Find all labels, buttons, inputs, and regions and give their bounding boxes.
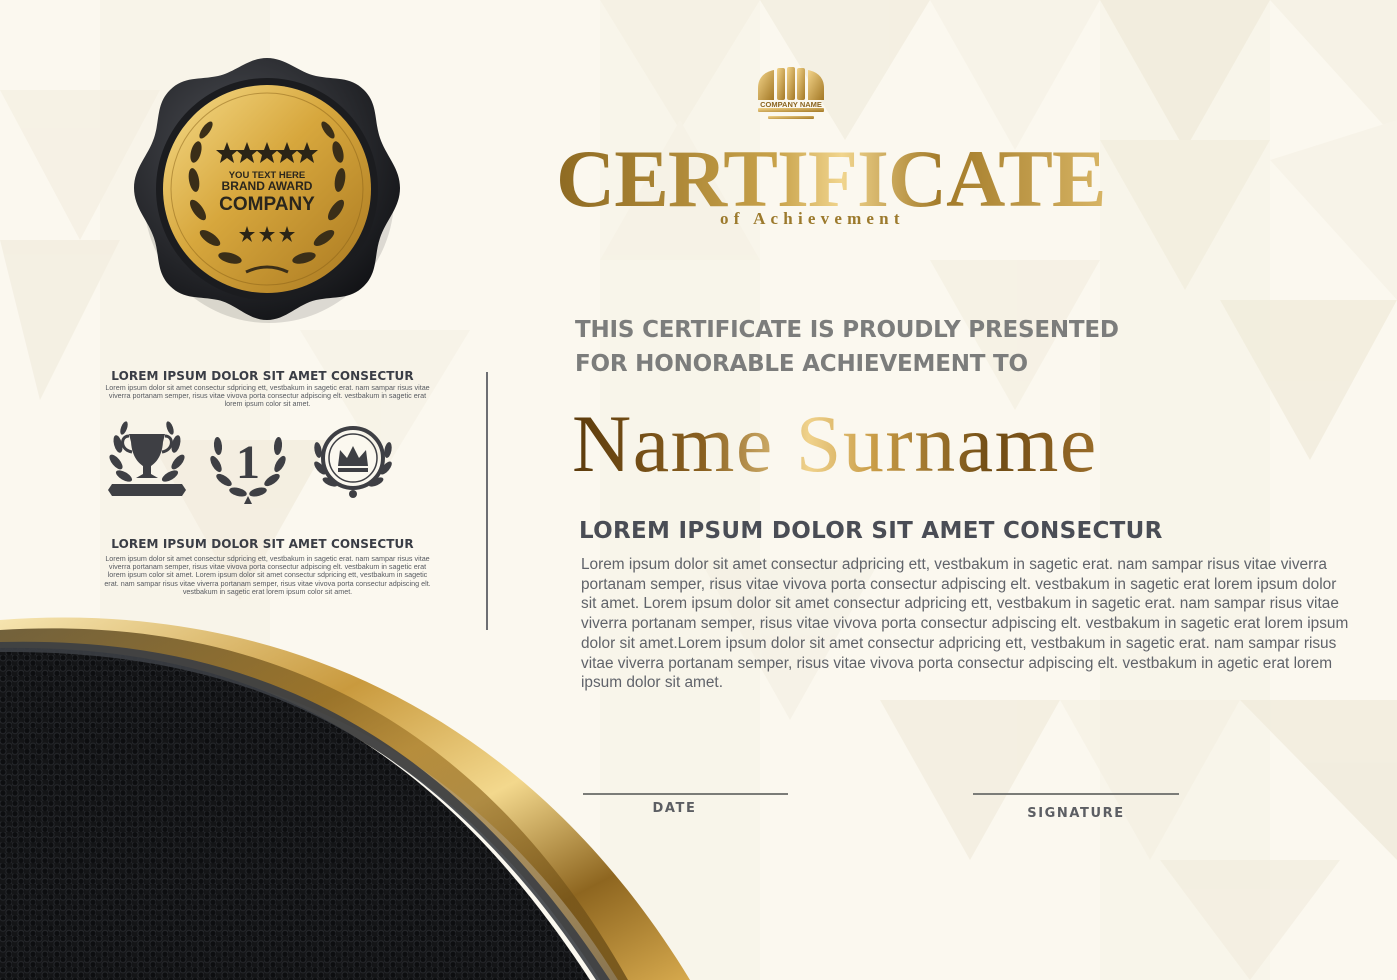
presented-line1: THIS CERTIFICATE IS PROUDLY PRESENTED bbox=[575, 317, 1119, 343]
number-one-icon: 1 bbox=[210, 436, 286, 504]
left-heading-bottom: LOREM IPSUM DOLOR SIT AMET CONSECTUR bbox=[111, 537, 414, 551]
left-heading-top: LOREM IPSUM DOLOR SIT AMET CONSECTUR bbox=[111, 369, 414, 383]
certificate-page: YOU TEXT HERE BRAND AWARD COMPANY LOREM … bbox=[0, 0, 1397, 980]
signature-line bbox=[973, 793, 1179, 795]
date-line bbox=[583, 793, 788, 795]
trophy-icon bbox=[108, 421, 186, 496]
recipient-name: Name Surname bbox=[572, 396, 1098, 492]
award-seal: YOU TEXT HERE BRAND AWARD COMPANY bbox=[134, 58, 400, 323]
number-one-glyph: 1 bbox=[236, 436, 260, 489]
crown-icon bbox=[314, 426, 392, 498]
vertical-divider bbox=[486, 372, 488, 630]
presented-text: THIS CERTIFICATE IS PROUDLY PRESENTED FO… bbox=[575, 313, 1135, 381]
body-text: Lorem ipsum dolor sit amet consectur adp… bbox=[581, 556, 1349, 692]
logo-label: COMPANY NAME bbox=[760, 100, 822, 109]
body-heading: LOREM IPSUM DOLOR SIT AMET CONSECTUR bbox=[579, 518, 1163, 544]
left-text-bottom: Lorem ipsum dolor sit amet consectur sdp… bbox=[104, 554, 431, 596]
seal-line2: BRAND AWARD bbox=[222, 179, 313, 193]
presented-line2: FOR HONORABLE ACHIEVEMENT TO bbox=[575, 351, 1028, 377]
certificate-subtitle: of Achievement bbox=[720, 209, 905, 228]
date-label: DATE bbox=[652, 801, 697, 816]
company-logo: COMPANY NAME bbox=[758, 67, 824, 119]
seal-line3: COMPANY bbox=[219, 194, 315, 215]
signature-label: SIGNATURE bbox=[1027, 806, 1125, 821]
left-text-top: Lorem ipsum dolor sit amet consectur sdp… bbox=[105, 383, 430, 409]
